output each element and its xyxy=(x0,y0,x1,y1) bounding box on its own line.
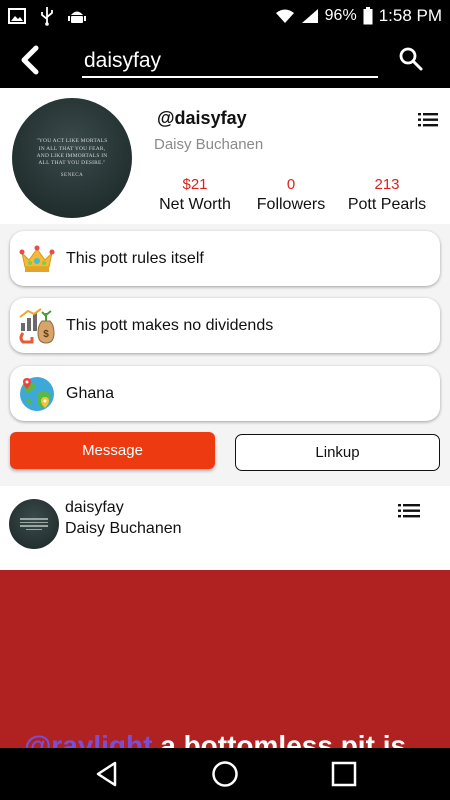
crown-icon xyxy=(18,240,56,278)
post-mention[interactable]: @raylight xyxy=(24,730,152,748)
info-card-dividends[interactable]: $ This pott makes no dividends xyxy=(10,298,440,353)
image-icon xyxy=(8,8,26,24)
post-caption-text: a bottomless pit is xyxy=(160,730,407,748)
post-avatar[interactable] xyxy=(9,499,59,549)
post-content[interactable]: @raylight a bottomless pit is xyxy=(0,570,450,748)
clock: 1:58 PM xyxy=(378,6,442,25)
info-card-location-text: Ghana xyxy=(66,384,115,402)
battery-icon xyxy=(363,7,373,25)
profile-header: "YOU ACT LIKE MORTALS IN ALL THAT YOU FE… xyxy=(0,88,450,224)
avatar-quote: "YOU ACT LIKE MORTALS IN ALL THAT YOU FE… xyxy=(36,138,108,167)
followers-label: Followers xyxy=(256,196,326,213)
post-display-name: Daisy Buchanen xyxy=(65,520,182,537)
profile-avatar[interactable]: "YOU ACT LIKE MORTALS IN ALL THAT YOU FE… xyxy=(12,98,132,218)
post-menu-icon[interactable] xyxy=(398,503,420,519)
info-card-location[interactable]: Ghana xyxy=(10,366,440,421)
info-card-governance[interactable]: This pott rules itself xyxy=(10,231,440,286)
svg-text:$: $ xyxy=(43,329,49,340)
pott-pearls-label: Pott Pearls xyxy=(347,196,427,213)
message-button[interactable]: Message xyxy=(10,432,215,469)
globe-icon xyxy=(18,375,56,413)
navigation-bar xyxy=(0,748,450,800)
search-input[interactable] xyxy=(82,46,378,78)
nav-home-icon[interactable] xyxy=(211,760,239,788)
stat-net-worth[interactable]: $21 Net Worth xyxy=(157,176,233,214)
info-card-governance-text: This pott rules itself xyxy=(66,249,204,267)
search-bar xyxy=(0,32,450,88)
profile-display-name: Daisy Buchanen xyxy=(154,136,264,153)
followers-value: 0 xyxy=(286,176,296,193)
battery-percent: 96% xyxy=(324,7,357,24)
post-username[interactable]: daisyfay xyxy=(65,499,124,517)
stat-pott-pearls[interactable]: 213 Pott Pearls xyxy=(343,176,431,214)
pott-pearls-value: 213 xyxy=(374,176,400,193)
usb-icon xyxy=(41,7,53,26)
nav-recents-icon[interactable] xyxy=(330,760,358,788)
list-menu-icon[interactable] xyxy=(418,112,438,128)
android-icon xyxy=(68,11,86,23)
dividends-icon: $ xyxy=(18,307,56,345)
stat-followers[interactable]: 0 Followers xyxy=(253,176,329,214)
search-icon[interactable] xyxy=(398,46,424,72)
net-worth-label: Net Worth xyxy=(159,196,231,213)
post-caption: @raylight a bottomless pit is xyxy=(24,730,406,748)
signal-icon xyxy=(301,9,318,23)
net-worth-value: $21 xyxy=(182,176,208,193)
post-avatar-quote-graphic xyxy=(20,516,48,532)
avatar-author: SENECA xyxy=(60,172,84,178)
post-header: daisyfay Daisy Buchanen xyxy=(0,486,450,570)
linkup-button[interactable]: Linkup xyxy=(235,434,440,471)
status-bar: 96% 1:58 PM xyxy=(0,0,450,32)
info-card-dividends-text: This pott makes no dividends xyxy=(66,316,274,334)
nav-back-icon[interactable] xyxy=(93,760,121,788)
wifi-icon xyxy=(275,9,294,23)
back-arrow-icon[interactable] xyxy=(14,44,46,76)
profile-handle: @daisyfay xyxy=(157,108,247,128)
